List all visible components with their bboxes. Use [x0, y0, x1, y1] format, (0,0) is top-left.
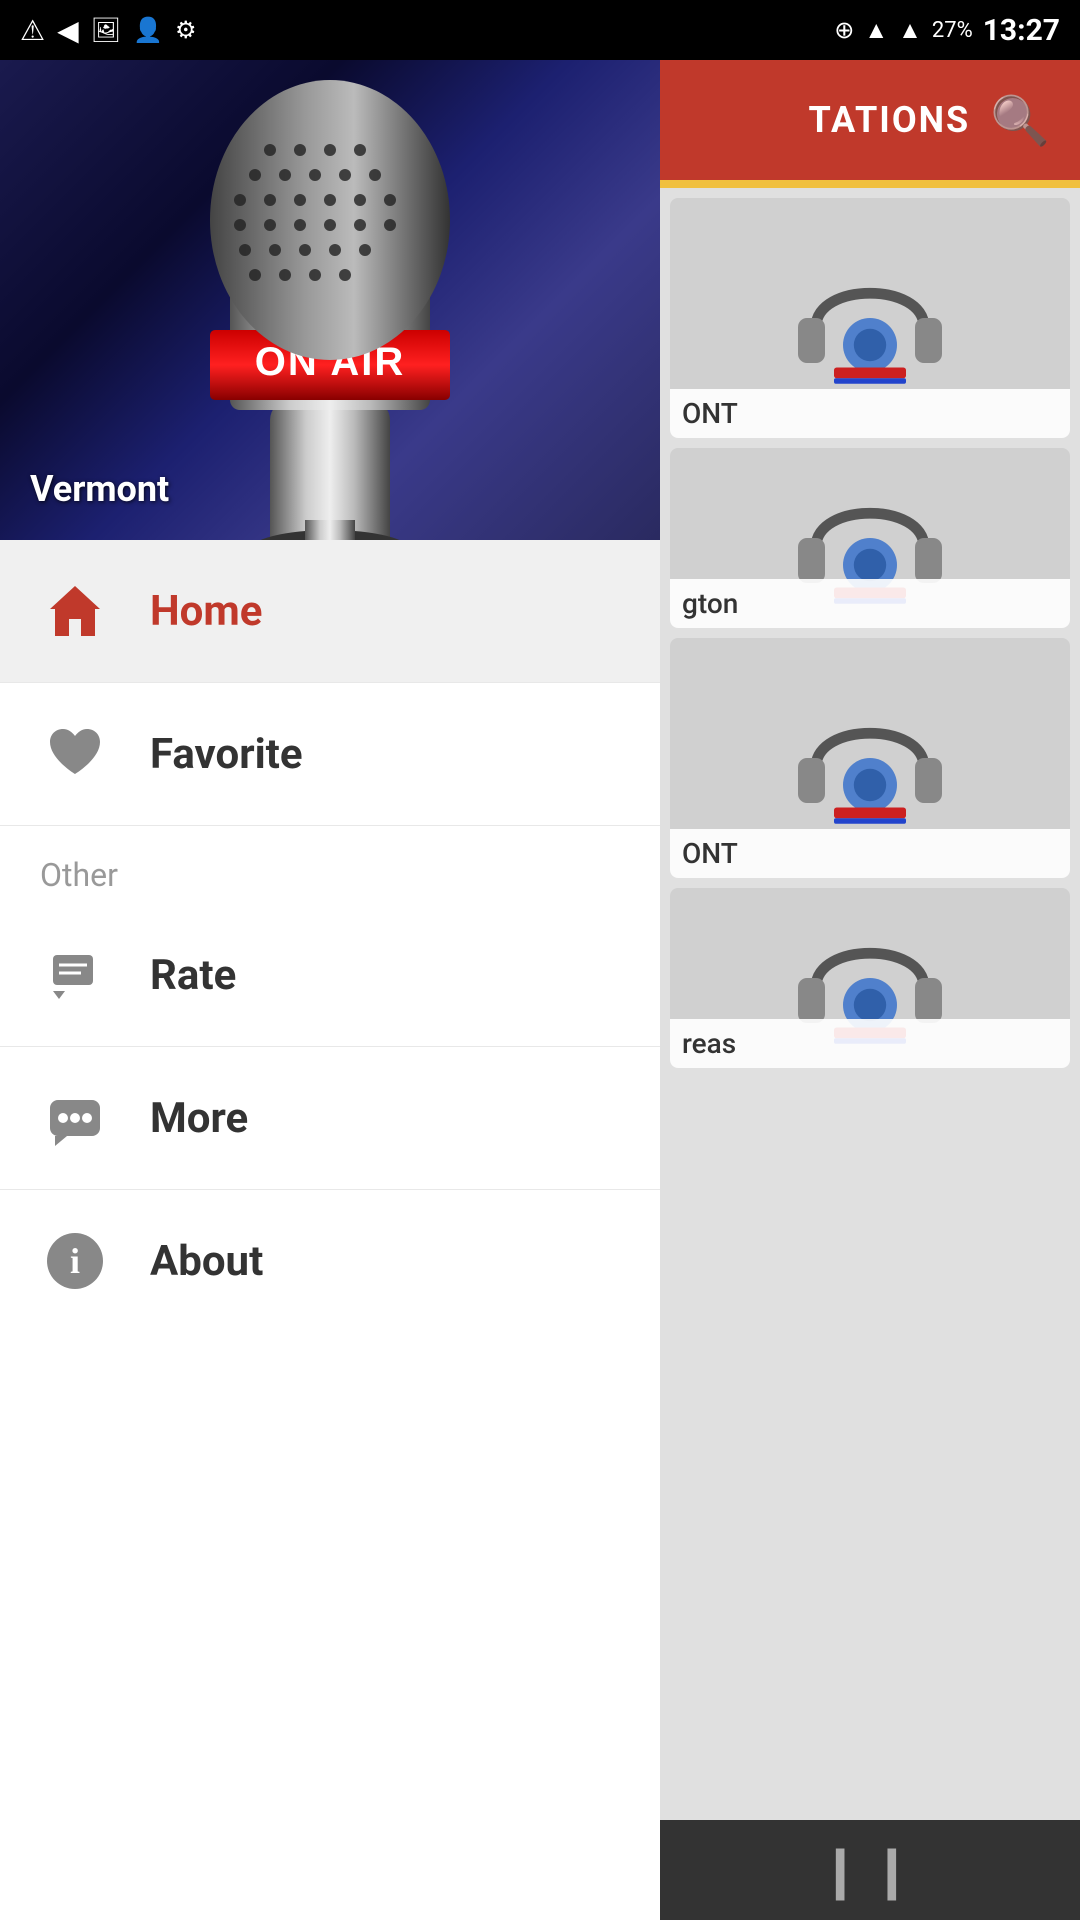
battery-indicator: 27% [932, 18, 973, 43]
station-cards-list: ONT gton [660, 188, 1080, 1078]
notification-icon: ⚠ [20, 14, 45, 47]
menu-item-home[interactable]: Home [0, 540, 660, 683]
settings-icon: ⚙ [175, 16, 197, 44]
right-panel: TATIONS 🔍 [660, 60, 1080, 1920]
clock: 13:27 [983, 13, 1060, 48]
signal-icon: ▲ [898, 16, 922, 45]
station-card-3[interactable]: ONT [670, 638, 1070, 878]
menu-list: Home Favorite Other [0, 540, 660, 1920]
svg-text:i: i [70, 1241, 80, 1281]
hero-banner: ON AIR [0, 60, 660, 540]
person-icon: 👤 [133, 16, 163, 44]
home-icon-container [40, 576, 110, 646]
station-card-label-3: ONT [670, 829, 1070, 878]
bottom-player-bar[interactable]: ❙❙ [660, 1820, 1080, 1920]
search-icon[interactable]: 🔍 [990, 92, 1050, 149]
station-card-4[interactable]: reas [670, 888, 1070, 1068]
menu-item-about[interactable]: i About [0, 1190, 660, 1332]
rate-icon [45, 945, 105, 1005]
rate-label: Rate [150, 951, 236, 1000]
about-icon-container: i [40, 1226, 110, 1296]
home-icon [45, 581, 105, 641]
menu-item-rate[interactable]: Rate [0, 904, 660, 1047]
home-label: Home [150, 587, 262, 636]
headphone-graphic-1 [780, 228, 960, 408]
station-card-label-2: gton [670, 579, 1070, 628]
station-card-2[interactable]: gton [670, 448, 1070, 628]
more-icon-container [40, 1083, 110, 1153]
back-nav-icon[interactable]: ◀ [57, 14, 79, 47]
menu-item-more[interactable]: More [0, 1047, 660, 1190]
drawer-menu: ON AIR [0, 60, 660, 1920]
more-dots-icon [45, 1088, 105, 1148]
pause-icon[interactable]: ❙❙ [818, 1840, 921, 1901]
gallery-icon: 🖼 [91, 16, 121, 44]
yellow-divider [660, 180, 1080, 188]
right-header: TATIONS 🔍 [660, 60, 1080, 180]
heart-icon-container [40, 719, 110, 789]
add-icon: ⊕ [834, 16, 854, 44]
info-icon: i [45, 1231, 105, 1291]
station-card-label-1: ONT [670, 389, 1070, 438]
heart-icon [45, 724, 105, 784]
status-bar-left: ⚠ ◀ 🖼 👤 ⚙ [20, 14, 197, 47]
more-label: More [150, 1094, 248, 1143]
wifi-icon: ▲ [864, 16, 888, 45]
station-card-label-4: reas [670, 1019, 1070, 1068]
status-bar-right: ⊕ ▲ ▲ 27% 13:27 [834, 13, 1060, 48]
hero-location-label: Vermont [30, 468, 169, 510]
other-section-header: Other [0, 826, 660, 904]
about-label: About [150, 1237, 263, 1286]
headphone-graphic-3 [780, 668, 960, 848]
favorite-label: Favorite [150, 730, 303, 779]
stations-title: TATIONS [809, 99, 971, 141]
menu-item-favorite[interactable]: Favorite [0, 683, 660, 826]
rate-icon-container [40, 940, 110, 1010]
station-card-1[interactable]: ONT [670, 198, 1070, 438]
status-bar: ⚠ ◀ 🖼 👤 ⚙ ⊕ ▲ ▲ 27% 13:27 [0, 0, 1080, 60]
main-container: ON AIR [0, 60, 1080, 1920]
